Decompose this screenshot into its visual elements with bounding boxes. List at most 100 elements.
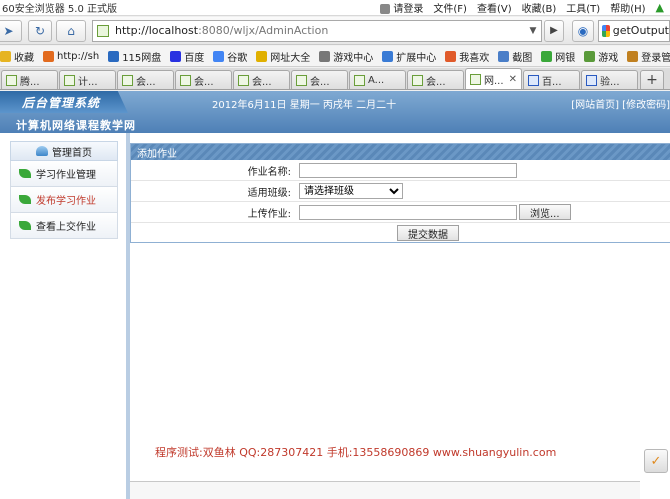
url-path: :8080/wljx/AdminAction — [198, 24, 329, 37]
browser-tab[interactable]: 会... — [291, 70, 348, 89]
home-icon: ⌂ — [67, 23, 75, 38]
class-label: 适用班级: — [247, 187, 291, 199]
tab-label: 会... — [426, 76, 446, 88]
tab-strip: 腾... 计... 会... 会... 会... 会... A... 会... 网... ✕ 百..… — [0, 68, 670, 90]
top-links[interactable]: [网站首页] [修改密码] — [571, 96, 670, 111]
browser-tab[interactable]: 百... — [523, 70, 580, 89]
assistant-button[interactable]: ✓ — [644, 449, 668, 473]
bookmark-item[interactable]: 谷歌 — [213, 49, 247, 64]
security-button[interactable]: ◉ — [572, 19, 594, 42]
class-select[interactable]: 请选择班级 — [299, 183, 403, 199]
site-icon — [43, 50, 54, 62]
submit-button[interactable]: 提交数据 — [397, 225, 459, 241]
play-icon: ▶ — [550, 25, 558, 36]
forward-button[interactable]: ➤ — [0, 19, 22, 42]
tab-label: 百... — [542, 76, 562, 88]
sidebar-item-view-submissions[interactable]: 查看上交作业 — [10, 213, 118, 239]
tab-label: 会... — [136, 76, 156, 88]
page-icon — [122, 74, 133, 86]
gamepad-icon — [584, 50, 596, 62]
skin-icon[interactable]: ▲ — [656, 1, 664, 14]
close-icon[interactable]: ✕ — [509, 74, 517, 85]
site-header: 后台管理系统 2012年6月11日 星期一 丙戌年 二月二十 [网站首页] [修… — [0, 91, 670, 133]
bookmark-item[interactable]: 游戏中心 — [319, 49, 373, 64]
go-button[interactable]: ▶ — [544, 19, 564, 42]
bank-icon — [541, 50, 553, 62]
bookmark-item[interactable]: 我喜欢 — [445, 49, 489, 64]
menu-file[interactable]: 文件(F) — [433, 0, 467, 15]
sidebar-head-label: 管理首页 — [52, 147, 92, 159]
browser-tab[interactable]: A... — [349, 70, 406, 89]
page-icon — [470, 73, 481, 85]
google-icon — [602, 24, 610, 37]
menu-favorites[interactable]: 收藏(B) — [522, 0, 557, 15]
bookmark-label: 登录管家 — [641, 52, 670, 64]
bookmark-item[interactable]: 扩展中心 — [382, 49, 436, 64]
file-path-field[interactable] — [299, 204, 517, 220]
address-bar[interactable]: http://localhost :8080/wljx/AdminAction … — [92, 19, 542, 42]
browser-tab[interactable]: 会... — [175, 70, 232, 89]
bookmark-item[interactable]: 截图 — [498, 49, 532, 64]
bookmark-item[interactable]: 网址大全 — [256, 49, 310, 64]
sidebar-item-label: 发布学习作业 — [36, 196, 96, 207]
feedback-icon: ✓ — [650, 453, 662, 469]
bookmark-item[interactable]: 登录管家 — [627, 49, 670, 64]
bookmark-label: 扩展中心 — [396, 52, 437, 64]
tab-label: 验... — [600, 76, 620, 88]
browser-tab[interactable]: 会... — [407, 70, 464, 89]
chevron-down-icon[interactable]: ▼ — [525, 26, 541, 36]
browser-title-bar: 60安全浏览器 5.0 正式版 请登录 文件(F) 查看(V) 收藏(B) 工具… — [0, 0, 670, 16]
homework-name-input[interactable] — [299, 162, 517, 178]
bookmark-label: http://sh — [57, 50, 100, 62]
browser-tab[interactable]: 腾... — [1, 70, 58, 89]
puzzle-icon — [382, 50, 394, 62]
form-row-name: 作业名称: — [131, 160, 670, 181]
sidebar-item-publish-homework[interactable]: 发布学习作业 — [10, 187, 118, 213]
bookmark-label: 我喜欢 — [459, 52, 490, 64]
browser-tab[interactable]: 计... — [59, 70, 116, 89]
menu-help[interactable]: 帮助(H) — [610, 0, 645, 15]
sidebar-head[interactable]: 管理首页 — [10, 141, 118, 161]
bookmark-item[interactable]: http://sh — [43, 50, 100, 62]
sidebar-item-label: 学习作业管理 — [36, 170, 96, 181]
horizontal-scrollbar[interactable] — [130, 481, 640, 499]
page-icon — [354, 74, 365, 86]
form-row-class: 适用班级: 请选择班级 — [131, 181, 670, 202]
browser-tab[interactable]: 会... — [233, 70, 290, 89]
browse-button[interactable]: 浏览... — [519, 204, 571, 220]
arrow-right-icon: ➤ — [3, 23, 14, 38]
bookmark-item[interactable]: 网银 — [541, 49, 575, 64]
new-tab-button[interactable]: + — [640, 70, 664, 89]
page-icon — [64, 74, 75, 86]
refresh-button[interactable]: ↻ — [28, 19, 52, 42]
tab-label: 计... — [78, 76, 98, 88]
sidebar-item-homework-manage[interactable]: 学习作业管理 — [10, 161, 118, 187]
bookmark-label: 游戏 — [598, 52, 619, 64]
search-box[interactable]: getOutput — [598, 19, 670, 42]
home-button[interactable]: ⌂ — [56, 19, 86, 42]
baidu-icon — [170, 50, 182, 62]
bookmark-item[interactable]: 收藏 — [0, 49, 34, 64]
browser-tab[interactable]: 会... — [117, 70, 174, 89]
tab-label: 会... — [194, 76, 214, 88]
bookmark-item[interactable]: 百度 — [170, 49, 204, 64]
menu-view[interactable]: 查看(V) — [477, 0, 512, 15]
tab-label: 腾... — [20, 76, 40, 88]
user-icon — [380, 4, 391, 14]
homework-name-label: 作业名称: — [247, 166, 291, 178]
search-text: getOutput — [612, 24, 669, 37]
gamepad-icon — [319, 50, 331, 62]
browser-tab[interactable]: 网... ✕ — [465, 68, 522, 89]
menu-tools[interactable]: 工具(T) — [566, 0, 600, 15]
web-content: 后台管理系统 2012年6月11日 星期一 丙戌年 二月二十 [网站首页] [修… — [0, 91, 670, 499]
browser-tab[interactable]: 验... — [581, 70, 638, 89]
login-link[interactable]: 请登录 — [380, 0, 423, 15]
logo-text: 后台管理系统 — [22, 96, 101, 110]
form-row-submit: 提交数据 — [131, 223, 670, 241]
shield-icon: ◉ — [577, 23, 589, 38]
bookmark-item[interactable]: 游戏 — [584, 49, 618, 64]
page-icon — [97, 24, 109, 37]
globe-icon — [36, 146, 48, 156]
bookmark-item[interactable]: 115网盘 — [108, 49, 161, 64]
key-icon — [627, 50, 639, 62]
